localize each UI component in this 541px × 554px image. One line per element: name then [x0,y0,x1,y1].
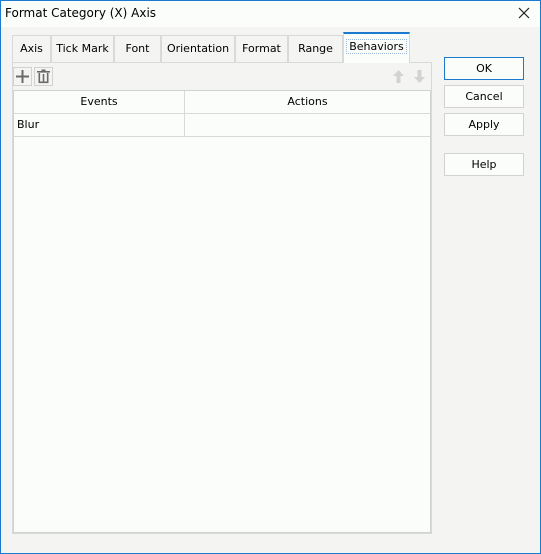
behaviors-table: Events Actions Blur [13,90,431,533]
column-header-events[interactable]: Events [14,91,185,113]
tab-label: Tick Mark [56,42,109,55]
arrow-up-icon [393,70,404,83]
move-up-button[interactable] [390,68,409,87]
behaviors-panel: Events Actions Blur [12,62,432,534]
tab-label: Font [125,42,150,55]
close-x-icon [518,7,530,19]
apply-button[interactable]: Apply [444,113,524,136]
tab-label: Range [298,42,333,55]
tab-orientation[interactable]: Orientation [161,35,235,62]
ok-button[interactable]: OK [444,57,524,80]
table-row[interactable]: Blur [14,114,430,137]
tab-label: Orientation [166,42,230,55]
close-button[interactable] [516,5,532,21]
tab-label: Axis [20,42,43,55]
action-cell[interactable] [185,114,430,136]
tab-behaviors[interactable]: Behaviors [343,32,410,63]
tab-tick-mark[interactable]: Tick Mark [51,35,114,62]
cancel-button[interactable]: Cancel [444,85,524,108]
tab-font[interactable]: Font [114,35,161,62]
tab-label: Behaviors [346,39,407,54]
event-cell[interactable]: Blur [14,114,185,136]
move-down-button[interactable] [411,68,430,87]
help-button[interactable]: Help [444,153,524,176]
table-header: Events Actions [14,91,430,114]
delete-behavior-button[interactable] [34,67,53,86]
title-bar: Format Category (X) Axis [1,1,540,27]
plus-icon [16,70,29,83]
add-behavior-button[interactable] [13,67,32,86]
format-axis-dialog: Format Category (X) Axis Axis Tick Mark … [0,0,541,554]
column-header-actions[interactable]: Actions [185,91,430,113]
tab-label: Format [242,42,281,55]
tab-format[interactable]: Format [235,35,288,62]
tab-range[interactable]: Range [288,35,343,62]
tab-axis[interactable]: Axis [12,35,51,62]
trash-icon [37,69,50,84]
arrow-down-icon [414,70,425,83]
dialog-title: Format Category (X) Axis [5,6,157,20]
